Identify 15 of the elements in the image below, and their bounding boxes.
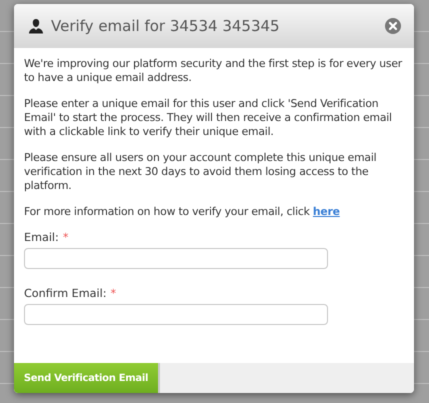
field-label: Email: (24, 231, 59, 244)
paragraph-text: Please enter a unique email for this user and click 'Send Verification Email' to start the process. They will then receive a confirmation email with a clickable link to verify their unique email. (24, 97, 393, 139)
help-link[interactable]: here (312, 205, 340, 218)
email-field[interactable] (24, 304, 328, 325)
dialog-title: Verify email for 34534 345345 (51, 17, 281, 35)
paragraph-text: We're improving our platform security and the first step is for every user to have a unique email address. (24, 57, 404, 85)
required-mark: * (110, 287, 116, 300)
info-text: For more information on how to verify your email, click (24, 205, 311, 218)
close-icon[interactable] (385, 18, 401, 34)
user-icon (28, 18, 44, 34)
send-verification-button[interactable]: Send Verification Email (14, 363, 160, 393)
paragraph-text: Please ensure all users on your account complete this unique email verification in the next 30 days to avoid them losing access to the platform. (24, 151, 378, 193)
required-mark: * (62, 231, 68, 244)
email-field[interactable] (24, 248, 328, 269)
field-label: Confirm Email: (24, 287, 106, 300)
